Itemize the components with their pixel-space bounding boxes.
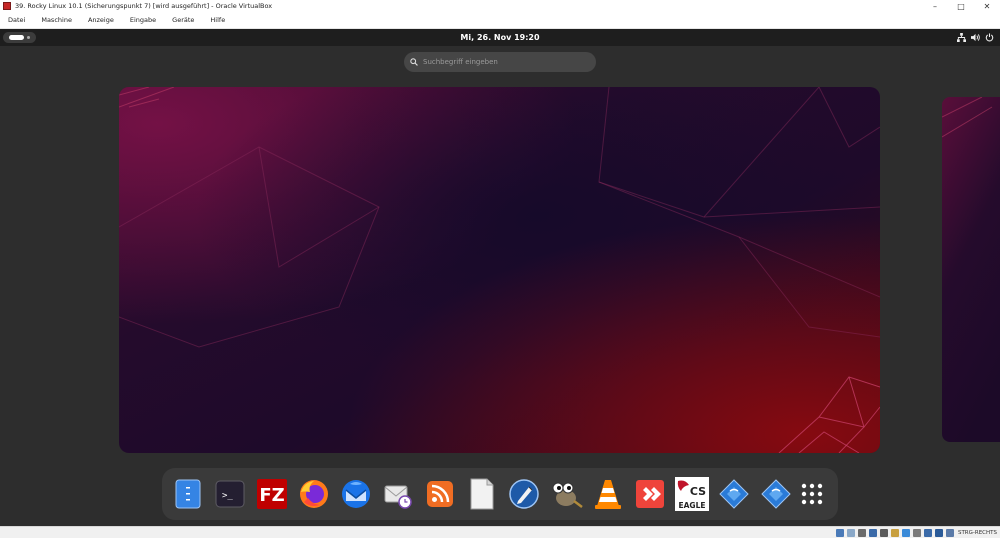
power-icon (985, 33, 994, 42)
dash-app-evolution[interactable] (380, 476, 416, 512)
search-input[interactable] (423, 58, 583, 66)
menu-datei[interactable]: Datei (0, 16, 33, 24)
document-icon (470, 478, 494, 510)
usb-icon[interactable] (880, 529, 888, 537)
minimize-button[interactable]: – (922, 0, 948, 12)
gimp-icon (552, 482, 583, 508)
volume-icon (971, 33, 980, 42)
menu-maschine[interactable]: Maschine (33, 16, 80, 24)
virtualbox-icon (3, 2, 11, 10)
mouse-integration-icon[interactable] (935, 529, 943, 537)
filezilla-icon: FZ (257, 479, 287, 509)
app-grid-icon (801, 483, 823, 505)
activities-button[interactable] (3, 32, 36, 43)
menu-eingabe[interactable]: Eingabe (122, 16, 164, 24)
dash-app-text-editor[interactable] (464, 476, 500, 512)
menu-anzeige[interactable]: Anzeige (80, 16, 122, 24)
rss-icon (427, 481, 453, 507)
host-window-title: 39. Rocky Linux 10.1 (Sicherungspunkt 7)… (15, 2, 273, 10)
firefox-icon (300, 480, 328, 508)
hdd-icon[interactable] (836, 529, 844, 537)
terminal-icon: >_ (215, 480, 245, 508)
wallpaper (119, 87, 880, 453)
maximize-button[interactable]: □ (948, 0, 974, 12)
dash-app-remote-viewer-1[interactable] (716, 476, 752, 512)
network-icon (957, 33, 966, 42)
host-menubar: Datei Maschine Anzeige Eingabe Geräte Hi… (0, 12, 1000, 29)
recording-icon[interactable] (913, 529, 921, 537)
menu-hilfe[interactable]: Hilfe (202, 16, 233, 24)
dash-app-remote-viewer-2[interactable] (758, 476, 794, 512)
wallpaper-next (942, 97, 1000, 442)
thunderbird-icon (342, 480, 370, 508)
dash-app-terminal[interactable]: >_ (212, 476, 248, 512)
dash-app-inkscape[interactable] (506, 476, 542, 512)
anydesk-icon (636, 480, 664, 508)
host-titlebar: 39. Rocky Linux 10.1 (Sicherungspunkt 7)… (0, 0, 1000, 12)
dash-app-anydesk[interactable] (632, 476, 668, 512)
network-adapter-icon[interactable] (869, 529, 877, 537)
workspace-thumbnail-current[interactable] (119, 87, 880, 453)
shared-folders-icon[interactable] (891, 529, 899, 537)
dash-app-thunderbird[interactable] (338, 476, 374, 512)
close-button[interactable]: ✕ (974, 0, 1000, 12)
workspace-thumbnail-next[interactable] (942, 97, 1000, 442)
dash-app-eagle[interactable]: CS EAGLE (674, 476, 710, 512)
host-statusbar: STRG-RECHTS (0, 526, 1000, 538)
workspace-indicator-dot (27, 36, 30, 39)
keyboard-icon[interactable] (946, 529, 954, 537)
display-icon[interactable] (902, 529, 910, 537)
diamond-app-icon (719, 479, 749, 509)
search-icon (410, 58, 418, 66)
pen-icon (509, 479, 539, 509)
dash-app-rss[interactable] (422, 476, 458, 512)
cpu-icon[interactable] (924, 529, 932, 537)
dash-app-files[interactable] (170, 476, 206, 512)
menu-geraete[interactable]: Geräte (164, 16, 202, 24)
workspace-indicator-active (9, 35, 24, 40)
dash-app-vlc[interactable] (590, 476, 626, 512)
show-apps-button[interactable] (794, 476, 830, 512)
host-key-label: STRG-RECHTS (957, 530, 997, 536)
vlc-cone-icon (595, 480, 621, 509)
status-indicators (836, 529, 954, 537)
audio-icon[interactable] (858, 529, 866, 537)
gnome-top-bar: Mi, 26. Nov 19:20 (0, 29, 1000, 46)
dash-app-gimp[interactable] (548, 476, 584, 512)
filezilla-glyph: FZ (259, 485, 284, 506)
mail-clock-icon (384, 485, 412, 509)
files-icon (175, 479, 201, 509)
eagle-glyph-bottom: EAGLE (679, 501, 706, 510)
terminal-glyph: >_ (222, 491, 233, 501)
eagle-glyph-top: CS (690, 485, 706, 498)
dash-app-filezilla[interactable]: FZ (254, 476, 290, 512)
dash: >_ FZ CS EAGLE (162, 468, 838, 520)
guest-display: Mi, 26. Nov 19:20 Suchbegriff eingeben >… (0, 29, 1000, 526)
eagle-icon: CS EAGLE (675, 477, 709, 511)
system-tray[interactable] (957, 29, 994, 46)
window-controls: – □ ✕ (922, 0, 1000, 12)
clock-button[interactable]: Mi, 26. Nov 19:20 (460, 33, 539, 42)
search-entry[interactable] (404, 52, 596, 72)
dash-app-firefox[interactable] (296, 476, 332, 512)
optical-drive-icon[interactable] (847, 529, 855, 537)
diamond-app-icon (761, 479, 791, 509)
